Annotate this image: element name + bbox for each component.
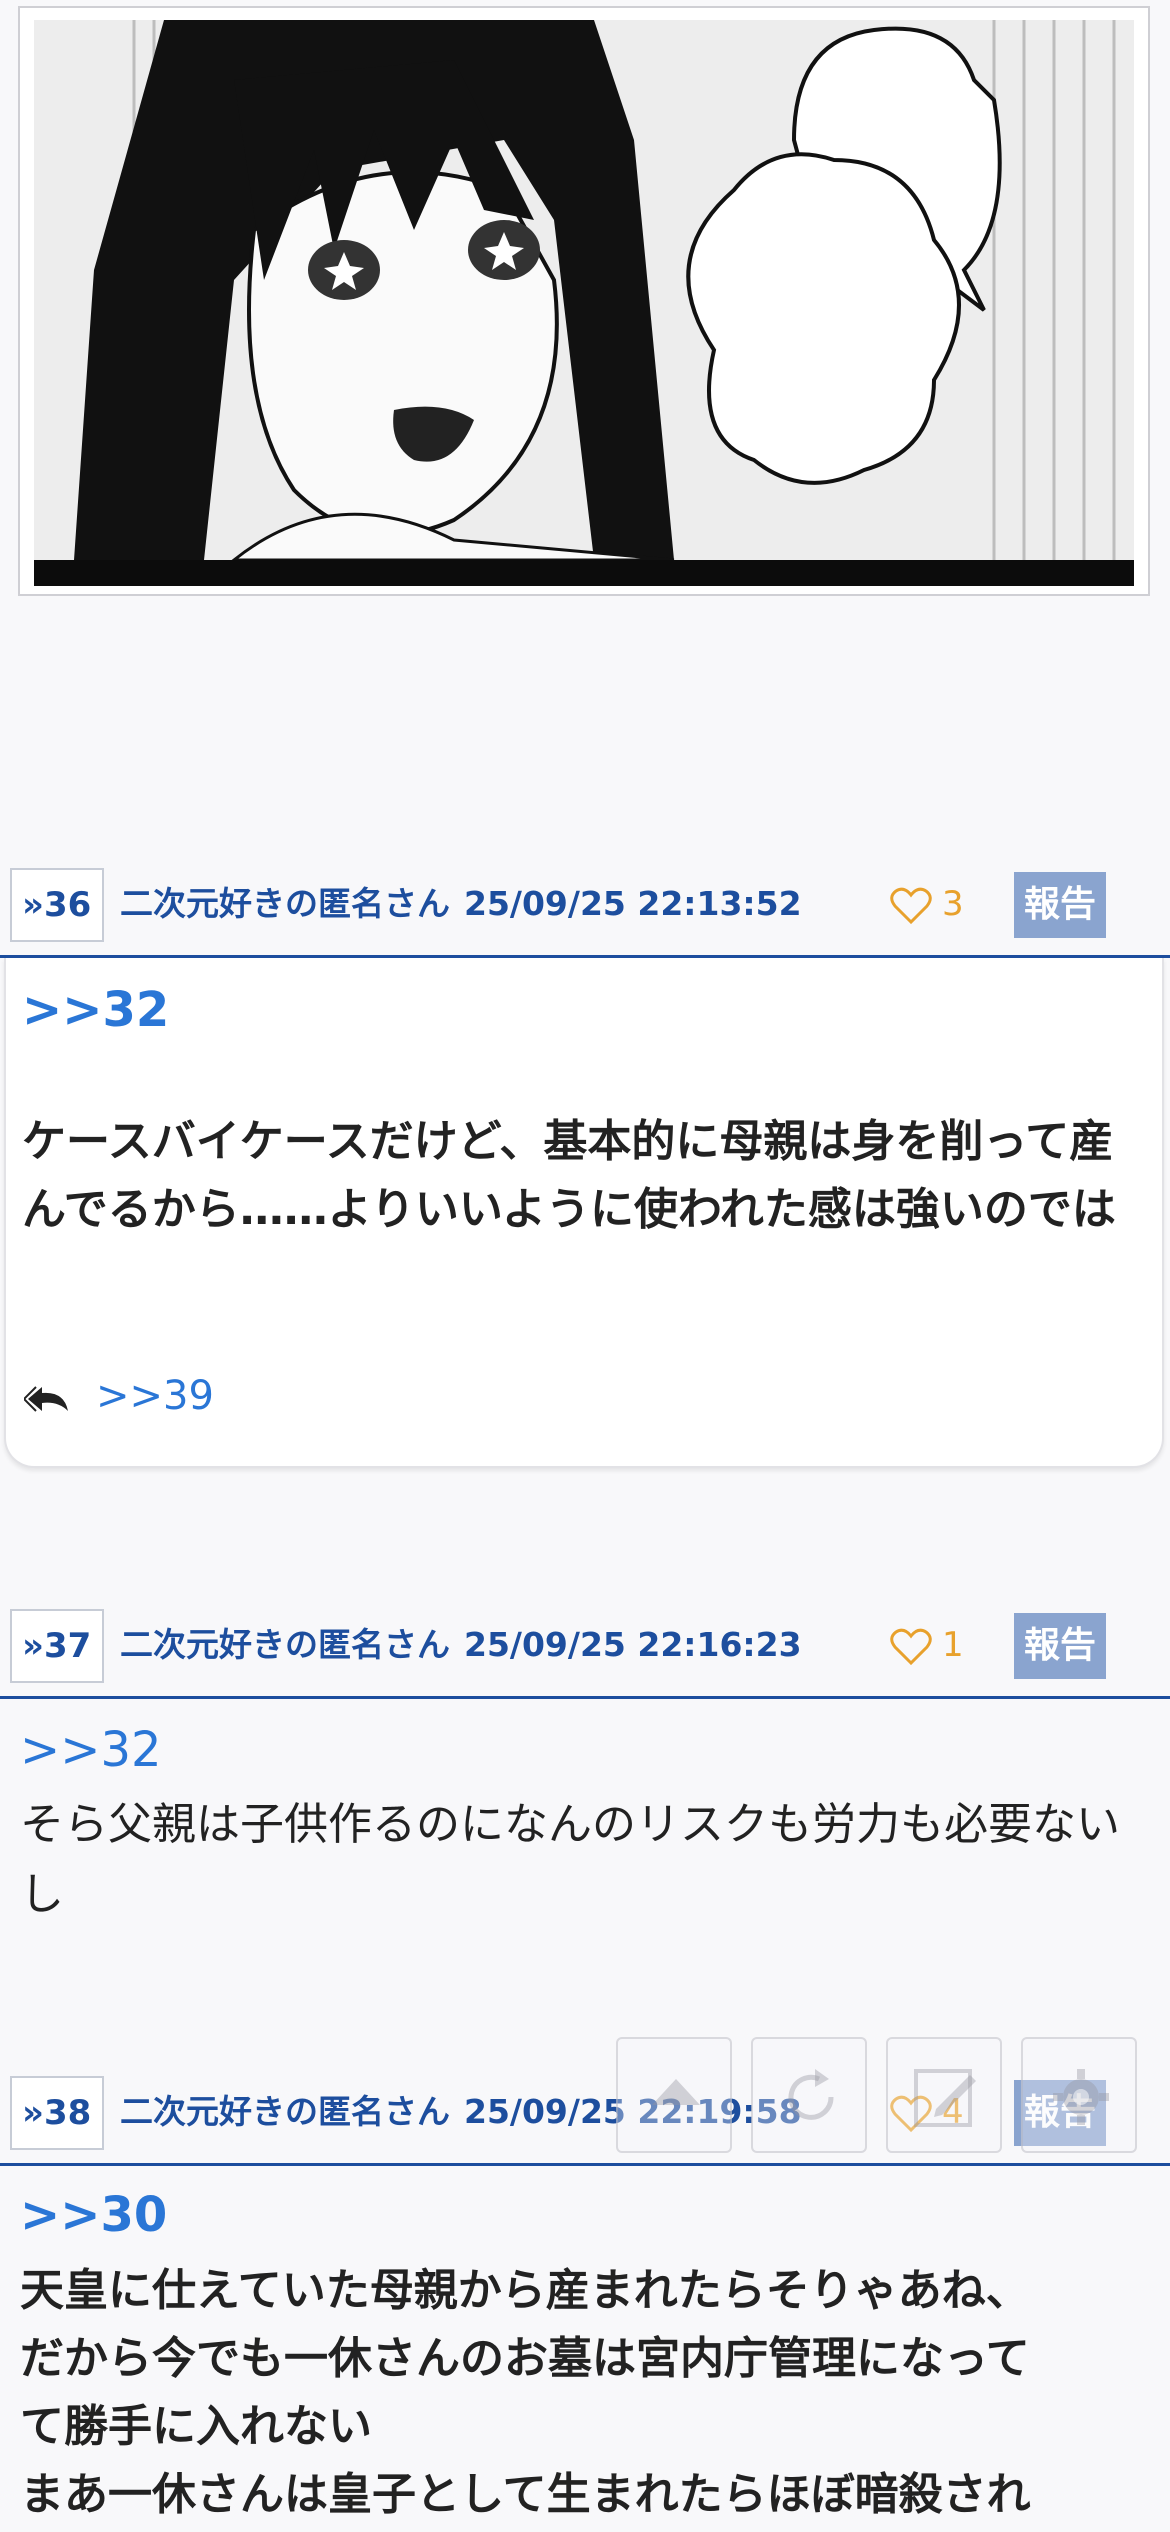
anchor-link[interactable]: >>30: [20, 2187, 167, 2243]
post-divider: [0, 2163, 1170, 2166]
anchor-link[interactable]: >>32: [22, 982, 169, 1038]
post-text: そら父親は子供作るのになんのリスクも労力も必要ないし: [20, 1799, 1120, 1920]
post-header-36: »36 二次元好きの匿名さん 25/09/25 22:13:52 3 報告: [0, 856, 1170, 952]
compose-icon: [914, 2069, 976, 2127]
scroll-top-icon: [652, 2079, 700, 2105]
post-number[interactable]: »38: [10, 2076, 104, 2150]
heart-icon: [890, 887, 932, 924]
post-body-37: >>32 そら父親は子供作るのになんのリスクも労力も必要ないし: [4, 1700, 1164, 1960]
post-body-36: >>32 ケースバイケースだけど、基本的に母親は身を削って産んでるから……よりい…: [4, 958, 1164, 1468]
reload-icon: [788, 2069, 834, 2120]
poster-name: 二次元好きの匿名さん: [120, 2092, 450, 2131]
post-text-line: 天皇に仕えていた母親から産まれたらそりゃあね、: [20, 2265, 1030, 2316]
poster-name: 二次元好きの匿名さん: [120, 1625, 450, 1664]
heart-icon: [890, 1628, 932, 1665]
post-text-line: だから今でも一休さんのお墓は宮内庁管理になって: [20, 2333, 1030, 2384]
reply-row: >>39: [22, 1366, 214, 1426]
report-button[interactable]: 報告: [1014, 1613, 1106, 1679]
scroll-top-button[interactable]: [616, 2037, 732, 2153]
like-button[interactable]: 3: [890, 856, 964, 952]
like-count: 1: [942, 1625, 964, 1665]
post-text-line: まあ一休さんは皇子として生まれたらほぼ暗殺され: [20, 2469, 1031, 2520]
like-count: 3: [942, 884, 964, 924]
reply-link[interactable]: >>39: [96, 1373, 214, 1419]
poster-name: 二次元好きの匿名さん: [120, 884, 450, 923]
post-datetime: 25/09/25 22:13:52: [464, 884, 802, 923]
post-meta: 二次元好きの匿名さん 25/09/25 22:16:23: [120, 1597, 802, 1693]
post-number[interactable]: »36: [10, 868, 104, 942]
manga-panel: [34, 20, 1134, 586]
post-divider: [0, 1696, 1170, 1699]
settings-icon: [1053, 2069, 1109, 2125]
post-body-38: >>30 天皇に仕えていた母親から産まれたらそりゃあね、 だから今でも一休さんの…: [4, 2167, 1164, 2532]
post-text: 天皇に仕えていた母親から産まれたらそりゃあね、 だから今でも一休さんのお墓は宮内…: [20, 2257, 1160, 2529]
manga-image: [18, 6, 1150, 596]
post-header-37: »37 二次元好きの匿名さん 25/09/25 22:16:23 1 報告: [0, 1597, 1170, 1693]
anchor-link[interactable]: >>32: [20, 1722, 162, 1778]
report-button[interactable]: 報告: [1014, 872, 1106, 938]
post-text: ケースバイケースだけど、基本的に母親は身を削って産んでるから……よりいいように使…: [22, 1116, 1116, 1235]
like-button[interactable]: 1: [890, 1597, 964, 1693]
compose-button[interactable]: [886, 2037, 1002, 2153]
reload-button[interactable]: [751, 2037, 867, 2153]
post-meta: 二次元好きの匿名さん 25/09/25 22:13:52: [120, 856, 802, 952]
post-text-line: て勝手に入れない: [20, 2401, 372, 2452]
reply-icon: [22, 1386, 68, 1412]
settings-button[interactable]: [1021, 2037, 1137, 2153]
post-number[interactable]: »37: [10, 1609, 104, 1683]
post-datetime: 25/09/25 22:16:23: [464, 1625, 802, 1664]
